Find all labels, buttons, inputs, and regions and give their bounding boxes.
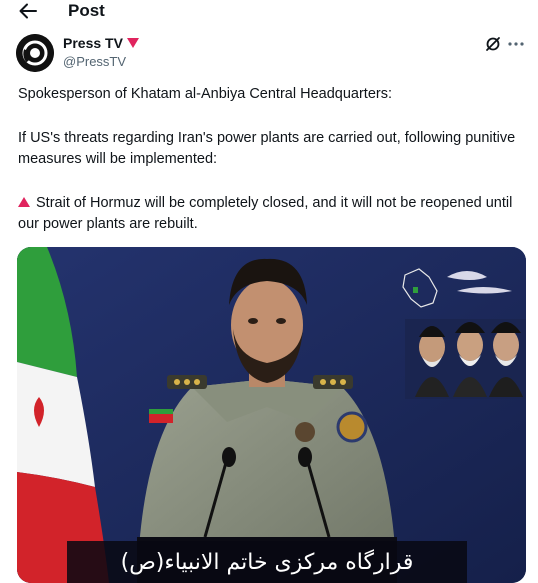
tweet-line-2: If US's threats regarding Iran's power p… — [18, 130, 516, 167]
red-triangle-icon — [18, 197, 30, 207]
author-name[interactable]: Press TV — [63, 35, 123, 51]
media-illustration — [17, 247, 526, 583]
press-tv-logo-icon — [16, 34, 54, 72]
author-name-row: Press TV — [63, 35, 139, 51]
grok-icon — [486, 37, 500, 51]
post-header: Post — [0, 0, 538, 24]
page-title: Post — [68, 1, 105, 20]
tweet-line-1: Spokesperson of Khatam al-Anbiya Central… — [18, 86, 392, 102]
avatar[interactable] — [16, 34, 54, 72]
tweet-line-3-text: Strait of Hormuz will be completely clos… — [18, 195, 513, 232]
author-handle[interactable]: @PressTV — [63, 54, 126, 69]
arrow-left-icon — [19, 3, 37, 19]
more-dots-icon — [508, 42, 524, 46]
tweet-media-image[interactable]: قرارگاه مرکزی خاتم الانبیاء(ص) — [17, 247, 526, 583]
back-button[interactable] — [14, 0, 42, 22]
more-button[interactable] — [507, 35, 525, 53]
tweet-line-3: Strait of Hormuz will be completely clos… — [18, 193, 523, 235]
media-caption: قرارگاه مرکزی خاتم الانبیاء(ص) — [67, 541, 467, 583]
grok-button[interactable] — [484, 35, 502, 53]
red-triangle-badge-icon — [126, 38, 139, 48]
